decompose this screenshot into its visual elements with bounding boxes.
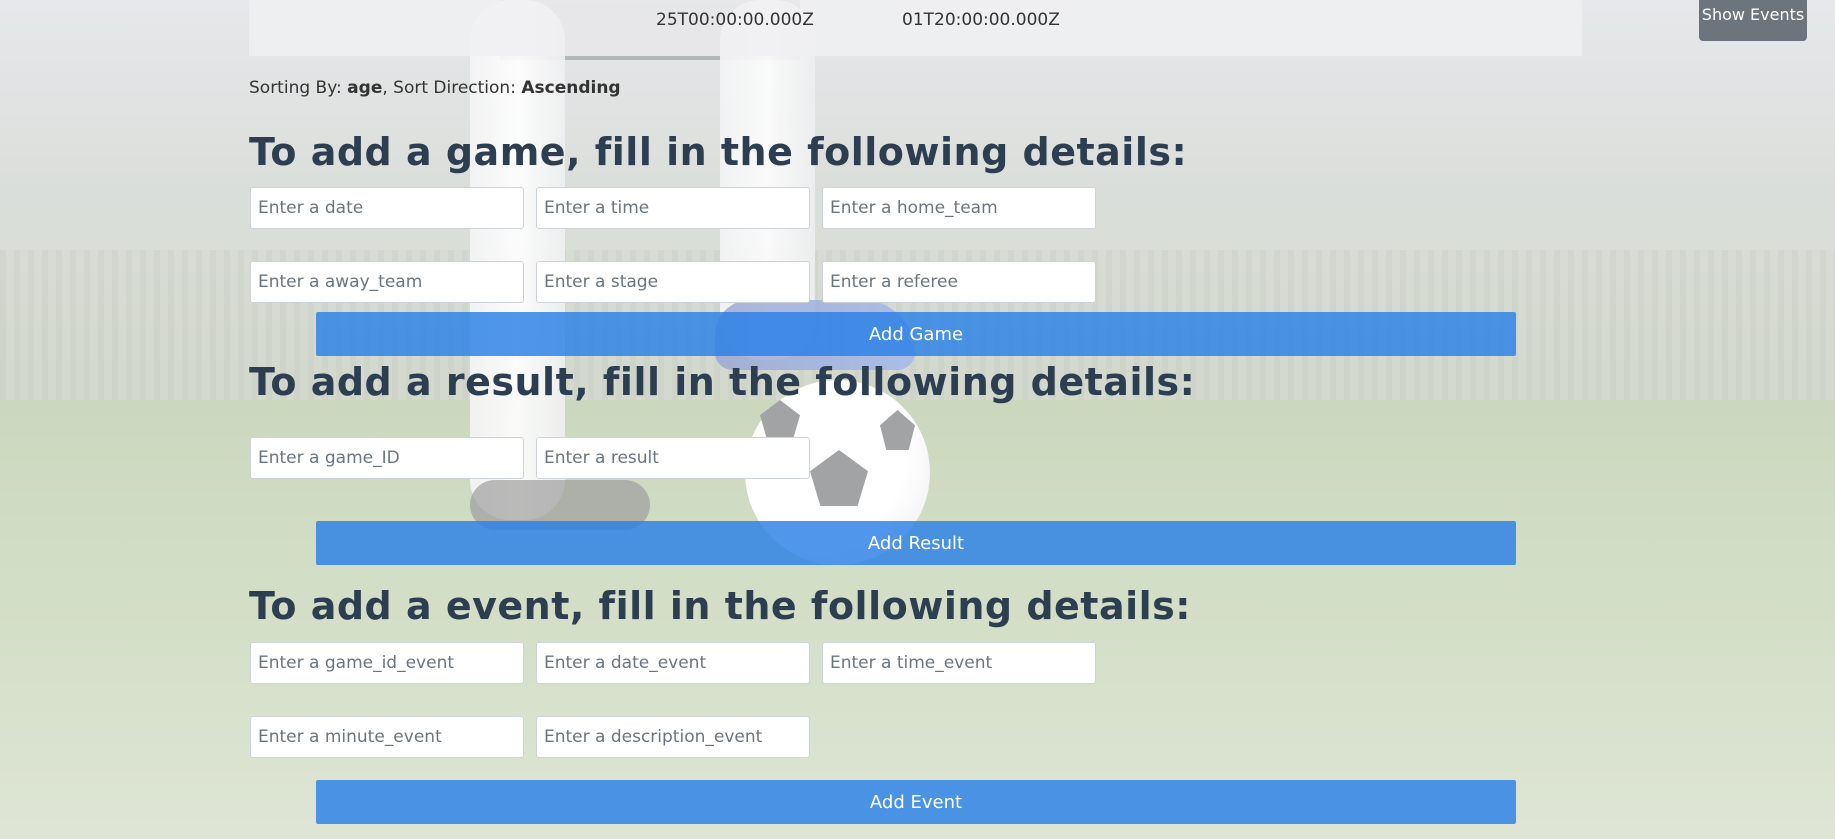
event-time-input[interactable] <box>822 642 1096 684</box>
add-event-button[interactable]: Add Event <box>316 780 1516 824</box>
game-stage-input[interactable] <box>536 261 810 303</box>
add-event-heading: To add a event, fill in the following de… <box>249 584 1191 628</box>
game-referee-input[interactable] <box>822 261 1096 303</box>
game-date-input[interactable] <box>250 187 524 229</box>
show-events-button[interactable]: Show Events <box>1699 0 1807 41</box>
game-away-team-input[interactable] <box>250 261 524 303</box>
add-game-heading: To add a game, fill in the following det… <box>249 130 1188 174</box>
date-cell-2: 01T20:00:00.000Z <box>902 10 1060 30</box>
result-input[interactable] <box>536 437 810 479</box>
games-table-last-row: 25T00:00:00.000Z 01T20:00:00.000Z Show E… <box>249 0 1807 56</box>
event-minute-input[interactable] <box>250 716 524 758</box>
add-result-heading: To add a result, fill in the following d… <box>249 360 1196 404</box>
event-game-id-input[interactable] <box>250 642 524 684</box>
sort-field: age <box>347 78 383 98</box>
sort-middle: , Sort Direction: <box>382 78 522 98</box>
sort-prefix: Sorting By: <box>249 78 348 98</box>
game-time-input[interactable] <box>536 187 810 229</box>
add-game-button[interactable]: Add Game <box>316 312 1516 356</box>
sort-status: Sorting By: age, Sort Direction: Ascendi… <box>249 78 621 98</box>
add-result-button[interactable]: Add Result <box>316 521 1516 565</box>
result-game-id-input[interactable] <box>250 437 524 479</box>
sort-direction: Ascending <box>521 78 621 98</box>
event-date-input[interactable] <box>536 642 810 684</box>
date-cell: 25T00:00:00.000Z <box>656 10 814 30</box>
event-description-input[interactable] <box>536 716 810 758</box>
game-home-team-input[interactable] <box>822 187 1096 229</box>
